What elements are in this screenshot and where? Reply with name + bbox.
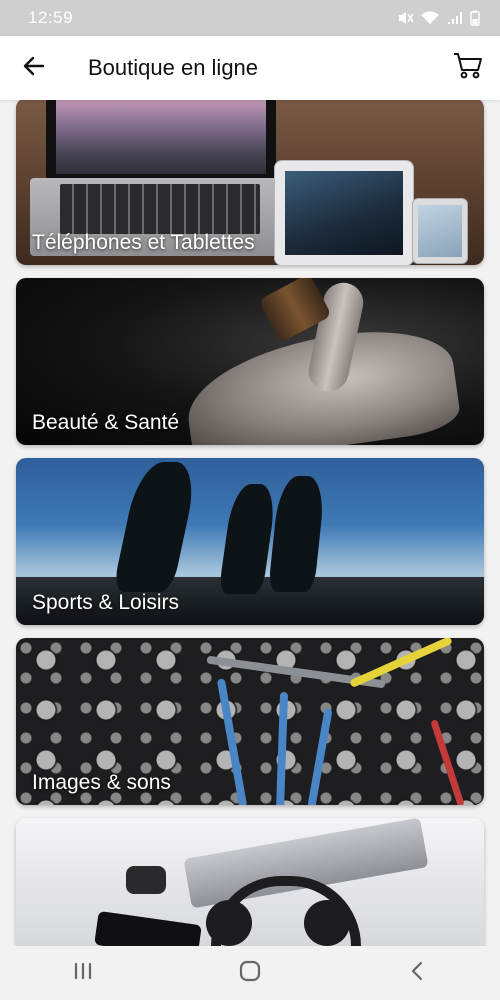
app-bar: Boutique en ligne [0, 36, 500, 100]
category-card-images-sound[interactable]: Images & sons [16, 638, 484, 805]
back-nav-button[interactable] [387, 953, 447, 993]
category-card-gadgets[interactable] [16, 818, 484, 946]
status-icons [396, 10, 480, 26]
recent-apps-icon [72, 962, 94, 985]
cart-button[interactable] [448, 48, 488, 88]
system-nav-bar [0, 946, 500, 1000]
category-label: Sports & Loisirs [32, 591, 180, 614]
back-icon [409, 961, 425, 986]
category-label: Images & sons [32, 771, 171, 794]
status-bar: 12:59 [0, 0, 500, 36]
category-label: Beauté & Santé [32, 411, 180, 434]
category-label: Téléphones et Tablettes [32, 231, 255, 254]
home-icon [239, 960, 261, 987]
cart-icon [453, 52, 483, 85]
category-card-sports-leisure[interactable]: Sports & Loisirs [16, 458, 484, 625]
category-card-beauty-health[interactable]: Beauté & Santé [16, 278, 484, 445]
category-card-phones-tablets[interactable]: Téléphones et Tablettes [16, 100, 484, 265]
home-button[interactable] [220, 953, 280, 993]
wifi-icon [420, 10, 440, 26]
page-title: Boutique en ligne [88, 55, 259, 80]
signal-icon [446, 10, 464, 26]
arrow-left-icon [23, 56, 45, 81]
status-time: 12:59 [28, 8, 74, 27]
battery-icon [470, 10, 480, 26]
back-button[interactable] [14, 48, 54, 88]
category-list: Téléphones et Tablettes Beauté & Santé S… [0, 100, 500, 946]
category-image [16, 818, 484, 946]
recent-apps-button[interactable] [53, 953, 113, 993]
mute-icon [396, 10, 414, 26]
